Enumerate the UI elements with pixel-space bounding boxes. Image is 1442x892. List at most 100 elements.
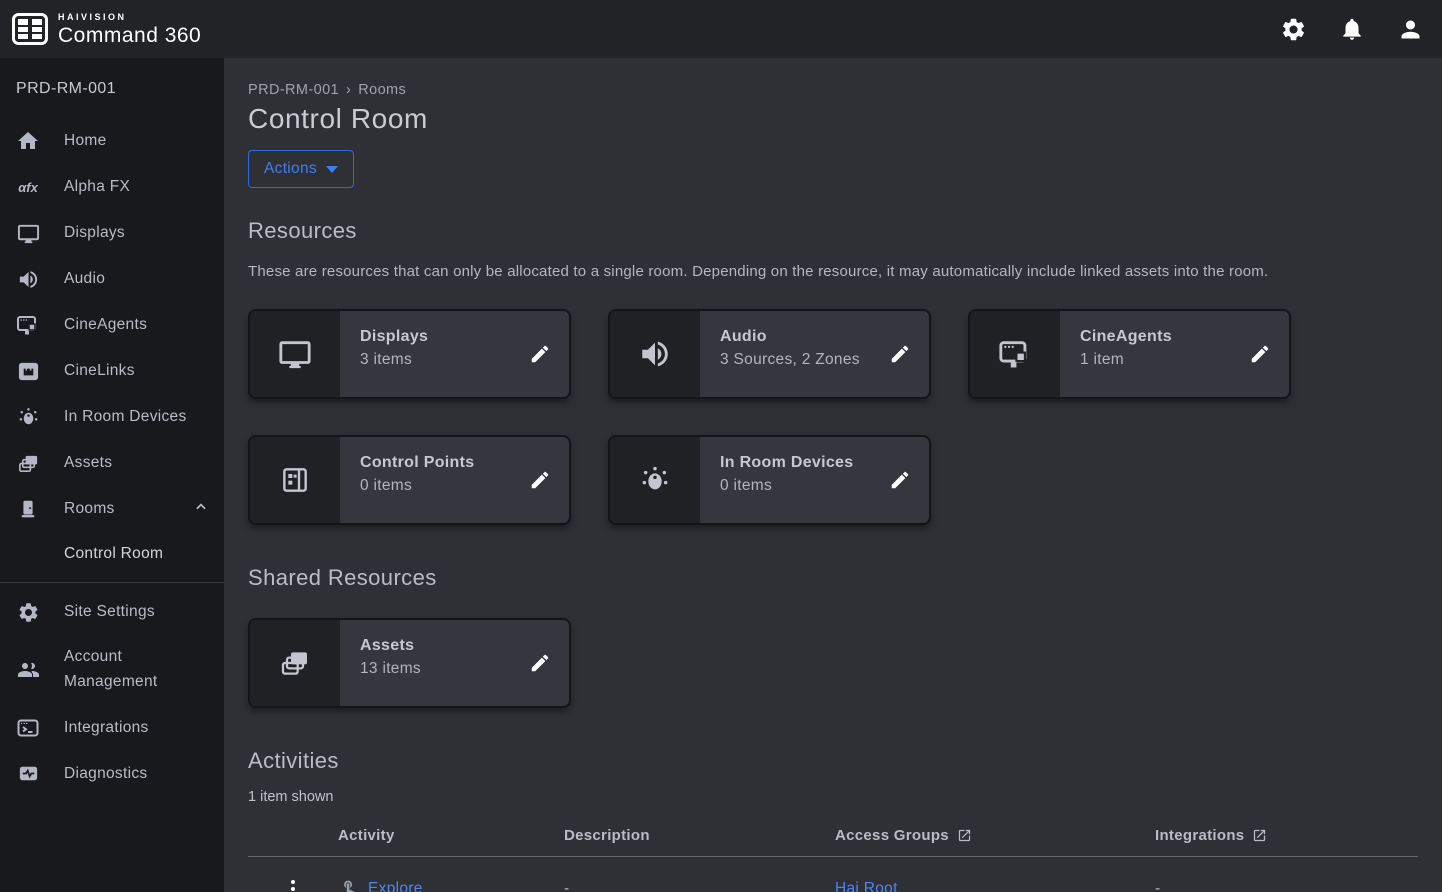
- sidebar-item-site-settings[interactable]: Site Settings: [0, 589, 224, 635]
- external-link-icon[interactable]: [1252, 828, 1267, 843]
- actions-button[interactable]: Actions: [248, 150, 354, 188]
- sidebar-item-audio[interactable]: Audio: [0, 256, 224, 302]
- sidebar-item-label: Site Settings: [64, 603, 208, 621]
- card-subtitle: 1 item: [1080, 351, 1231, 369]
- sidebar-item-label: CineLinks: [64, 362, 208, 380]
- external-link-icon[interactable]: [957, 828, 972, 843]
- card-subtitle: 0 items: [720, 477, 871, 495]
- card-title: In Room Devices: [720, 454, 871, 472]
- breadcrumb-current[interactable]: Rooms: [358, 82, 406, 98]
- sidebar-item-account-management[interactable]: Account Management: [0, 635, 224, 705]
- alpha-fx-icon: αfx: [16, 175, 40, 199]
- sidebar-item-integrations[interactable]: Integrations: [0, 705, 224, 751]
- brand-text: HAIVISION Command 360: [58, 13, 201, 46]
- edit-pencil-icon[interactable]: [511, 311, 569, 397]
- page-title: Control Room: [248, 103, 1418, 135]
- sidebar-item-in-room-devices[interactable]: In Room Devices: [0, 394, 224, 440]
- in-room-device-icon: [610, 437, 700, 523]
- shared-resources-heading: Shared Resources: [248, 565, 1418, 591]
- resource-card-cineagents[interactable]: CineAgents 1 item: [968, 309, 1291, 399]
- assets-stack-icon: [16, 451, 40, 475]
- sidebar-item-home[interactable]: Home: [0, 118, 224, 164]
- edit-pencil-icon[interactable]: [871, 311, 929, 397]
- sidebar-item-label: Account Management: [64, 645, 208, 695]
- resources-description: These are resources that can only be all…: [248, 260, 1398, 283]
- cineagents-icon: [970, 311, 1060, 397]
- sidebar-item-label: Displays: [64, 224, 208, 242]
- cineagents-icon: [16, 313, 40, 337]
- assets-stack-icon: [250, 620, 340, 706]
- breadcrumb-separator: ›: [346, 82, 351, 98]
- access-group-link[interactable]: Hai Root: [835, 880, 898, 892]
- edit-pencil-icon[interactable]: [511, 620, 569, 706]
- display-monitor-icon: [250, 311, 340, 397]
- gear-icon: [16, 600, 40, 624]
- sidebar-item-cinelinks[interactable]: CineLinks: [0, 348, 224, 394]
- sidebar-item-label: In Room Devices: [64, 408, 208, 426]
- topbar: HAIVISION Command 360: [0, 0, 1442, 58]
- description-cell: -: [564, 857, 835, 892]
- home-icon: [16, 129, 40, 153]
- sidebar-item-label: Audio: [64, 270, 208, 288]
- card-title: Control Points: [360, 454, 511, 472]
- speaker-icon: [16, 267, 40, 291]
- column-integrations: Integrations: [1155, 821, 1418, 857]
- edit-pencil-icon[interactable]: [511, 437, 569, 523]
- card-subtitle: 3 items: [360, 351, 511, 369]
- sidebar-item-label: Assets: [64, 454, 208, 472]
- display-monitor-icon: [16, 221, 40, 245]
- cinelinks-ethernet-icon: [16, 359, 40, 383]
- activities-table: Activity Description Access Groups Integ…: [248, 821, 1418, 892]
- column-description: Description: [564, 821, 835, 857]
- edit-pencil-icon[interactable]: [871, 437, 929, 523]
- sidebar-item-rooms[interactable]: Rooms: [0, 486, 224, 532]
- breadcrumb: PRD-RM-001 › Rooms: [248, 82, 1418, 98]
- integrations-cell: -: [1155, 857, 1418, 892]
- sidebar-item-diagnostics[interactable]: Diagnostics: [0, 751, 224, 797]
- row-menu-kebab-icon[interactable]: [248, 880, 338, 892]
- brand-name: HAIVISION: [58, 13, 201, 22]
- card-title: Assets: [360, 637, 511, 655]
- resource-card-displays[interactable]: Displays 3 items: [248, 309, 571, 399]
- activities-heading: Activities: [248, 748, 1418, 774]
- sidebar-item-displays[interactable]: Displays: [0, 210, 224, 256]
- sidebar-item-label: Home: [64, 132, 208, 150]
- diagnostics-pulse-icon: [16, 762, 40, 786]
- sidebar-item-assets[interactable]: Assets: [0, 440, 224, 486]
- card-subtitle: 13 items: [360, 660, 511, 678]
- resource-card-in-room-devices[interactable]: In Room Devices 0 items: [608, 435, 931, 525]
- activity-link[interactable]: Explore: [368, 880, 423, 892]
- chevron-up-icon[interactable]: [194, 500, 208, 519]
- people-icon: [16, 658, 40, 682]
- resources-heading: Resources: [248, 218, 1418, 244]
- card-title: CineAgents: [1080, 328, 1231, 346]
- breadcrumb-parent[interactable]: PRD-RM-001: [248, 82, 339, 98]
- shared-card-assets[interactable]: Assets 13 items: [248, 618, 571, 708]
- sidebar-item-cineagents[interactable]: CineAgents: [0, 302, 224, 348]
- caret-down-icon: [326, 166, 338, 173]
- card-title: Displays: [360, 328, 511, 346]
- haivision-logo-icon: [12, 13, 48, 45]
- user-profile-icon[interactable]: [1397, 16, 1424, 43]
- settings-gear-icon[interactable]: [1280, 16, 1307, 43]
- actions-button-label: Actions: [264, 160, 317, 178]
- brand: HAIVISION Command 360: [12, 13, 201, 46]
- explore-gesture-icon: [338, 878, 359, 892]
- resource-card-audio[interactable]: Audio 3 Sources, 2 Zones: [608, 309, 931, 399]
- column-activity: Activity: [338, 821, 564, 857]
- sidebar-item-label: Alpha FX: [64, 178, 208, 196]
- activities-count: 1 item shown: [248, 789, 1418, 805]
- sidebar: PRD-RM-001 Home αfx Alpha FX Displays Au…: [0, 58, 224, 892]
- resource-card-control-points[interactable]: Control Points 0 items: [248, 435, 571, 525]
- rooms-door-icon: [16, 497, 40, 521]
- notifications-bell-icon[interactable]: [1339, 16, 1365, 42]
- card-subtitle: 0 items: [360, 477, 511, 495]
- sidebar-item-control-room[interactable]: Control Room: [0, 532, 224, 576]
- sidebar-item-label: Diagnostics: [64, 765, 208, 783]
- sidebar-item-alpha-fx[interactable]: αfx Alpha FX: [0, 164, 224, 210]
- speaker-icon: [610, 311, 700, 397]
- sidebar-item-label: Rooms: [64, 500, 170, 518]
- terminal-icon: [16, 716, 40, 740]
- edit-pencil-icon[interactable]: [1231, 311, 1289, 397]
- sidebar-item-label: CineAgents: [64, 316, 208, 334]
